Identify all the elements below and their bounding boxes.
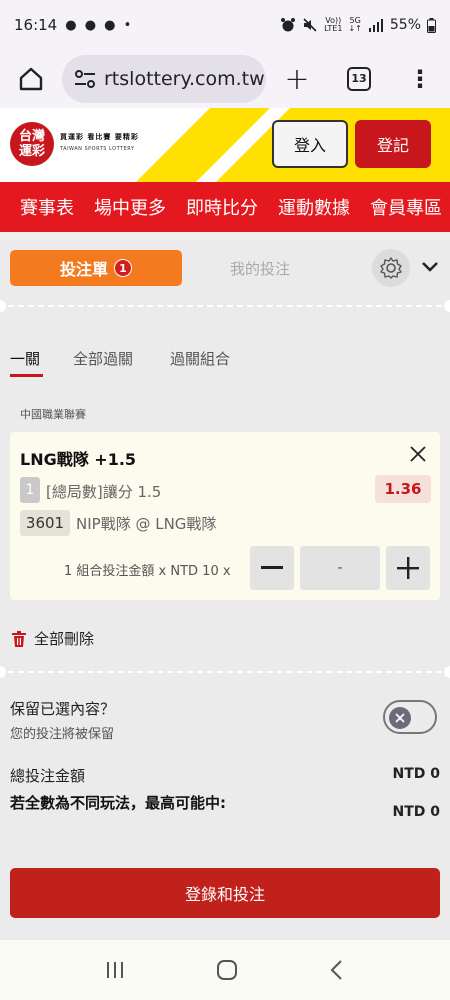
ticket-notch-left-2 — [0, 666, 6, 678]
tab-all-parlay[interactable]: 全部過關 — [73, 348, 133, 369]
match-code: 3601 — [20, 510, 70, 536]
site-settings-icon[interactable] — [74, 70, 96, 88]
browser-toolbar: rtslottery.com.tw + 13 ⋮ — [0, 50, 450, 108]
nav-item-schedule[interactable]: 賽事表 — [20, 194, 74, 220]
tab-switcher-button[interactable]: 13 — [328, 67, 390, 91]
settings-button[interactable] — [372, 249, 410, 287]
battery-percent: 55% — [389, 17, 421, 33]
betslip-panel: 投注單 1 我的投注 一關 全部過關 過關組合 中國職業聯賽 LNG戰隊 +1.… — [0, 240, 450, 940]
ticket-notch-right — [444, 300, 450, 312]
alarm-icon — [281, 18, 296, 32]
tab-betslip-label: 投注單 — [59, 260, 108, 279]
logo-subtitle: TAIWAN SPORTS LOTTERY — [60, 146, 135, 152]
close-icon[interactable] — [408, 444, 428, 464]
match-name: NIP戰隊 @ LNG戰隊 — [76, 515, 217, 533]
stake-input[interactable]: - — [300, 546, 380, 590]
status-bar: 16:14 ● ● ● • Vo)) LTE1 5G ↓↑ 55% — [0, 0, 450, 50]
logo-text: 買運彩 看比賽 要精彩 TAIWAN SPORTS LOTTERY — [60, 132, 139, 152]
delete-all-button[interactable]: 全部刪除 — [12, 628, 94, 649]
delete-all-label: 全部刪除 — [34, 630, 95, 648]
url-text: rtslottery.com.tw — [104, 68, 265, 90]
system-navigation-bar — [0, 940, 450, 1000]
back-icon[interactable] — [329, 959, 345, 981]
max-win-value: NTD 0 — [392, 804, 440, 820]
total-stake-label: 總投注金額 — [10, 767, 86, 785]
keep-selections-subtitle: 您的投注將被保留 — [10, 727, 115, 742]
mute-icon — [303, 18, 317, 32]
register-button[interactable]: 登記 — [355, 120, 431, 168]
keep-selections-toggle[interactable] — [383, 700, 437, 734]
new-tab-button[interactable]: + — [266, 62, 328, 97]
bet-selection: LNG戰隊 +1.5 — [20, 450, 137, 469]
x-icon — [395, 713, 405, 723]
total-stake-value: NTD 0 — [392, 766, 440, 782]
tab-single[interactable]: 一關 — [10, 348, 40, 369]
address-bar[interactable]: rtslottery.com.tw — [62, 55, 266, 103]
login-and-bet-button[interactable]: 登錄和投注 — [10, 868, 440, 918]
home-icon — [19, 67, 43, 91]
active-tab-indicator — [10, 374, 43, 377]
battery-icon — [427, 17, 436, 33]
signal-icon — [368, 19, 383, 32]
browser-menu-button[interactable]: ⋮ — [390, 65, 450, 93]
gear-icon — [380, 257, 402, 279]
clock: 16:14 — [14, 16, 58, 34]
stake-decrease-button[interactable] — [250, 546, 294, 590]
plus-icon: + — [284, 61, 310, 97]
betslip-count-badge: 1 — [114, 259, 132, 277]
stake-label: 1 組合投注金額 x NTD 10 x — [64, 564, 231, 579]
more-vert-icon: ⋮ — [408, 65, 432, 93]
nav-item-member[interactable]: 會員專區 — [370, 194, 442, 220]
tab-parlay-combo[interactable]: 過關組合 — [170, 348, 230, 369]
betslip-tabbar: 投注單 1 我的投注 — [0, 240, 450, 298]
volte-indicator: Vo)) LTE1 — [324, 16, 343, 33]
ticket-notch-right-2 — [444, 666, 450, 678]
home-button[interactable] — [0, 66, 62, 92]
minus-icon — [261, 566, 283, 569]
home-nav-icon[interactable] — [216, 959, 238, 981]
max-win-label: 若全數為不同玩法，最高可能中: — [10, 794, 227, 812]
dashed-divider-2 — [8, 671, 442, 673]
tab-betslip[interactable]: 投注單 1 — [10, 250, 182, 286]
nav-item-sports-data[interactable]: 運動數據 — [278, 194, 350, 220]
stake-increase-button[interactable] — [386, 546, 430, 590]
notification-icons: ● ● ● • — [65, 17, 134, 33]
recent-apps-icon[interactable] — [105, 960, 125, 980]
site-header: 台灣 運彩 買運彩 看比賽 要精彩 TAIWAN SPORTS LOTTERY … — [0, 108, 450, 182]
network-indicator: 5G ↓↑ — [348, 16, 362, 33]
bet-type-tabs: 一關 全部過關 過關組合 — [0, 348, 450, 378]
market-number: 1 — [20, 477, 40, 503]
ticket-notch-left — [0, 300, 6, 312]
trash-icon — [12, 630, 26, 647]
odds-badge: 1.36 — [375, 475, 431, 503]
keep-selections-title: 保留已選內容？ — [10, 700, 116, 718]
nav-item-live-score[interactable]: 即時比分 — [186, 194, 258, 220]
logo-tagline: 買運彩 看比賽 要精彩 — [60, 133, 139, 141]
toggle-knob — [389, 707, 411, 729]
market-name: [總局數]讓分 1.5 — [46, 483, 162, 501]
system-indicators: Vo)) LTE1 5G ↓↑ 55% — [280, 17, 436, 33]
tab-count: 13 — [347, 67, 371, 91]
bet-card: LNG戰隊 +1.5 1 [總局數]讓分 1.5 1.36 3601 NIP戰隊… — [10, 432, 440, 600]
login-button[interactable]: 登入 — [272, 120, 348, 168]
site-logo[interactable]: 台灣 運彩 — [10, 122, 54, 166]
plus-icon — [397, 557, 419, 579]
dashed-divider — [8, 305, 442, 307]
tab-my-bets[interactable]: 我的投注 — [230, 258, 290, 279]
nav-item-live-more[interactable]: 場中更多 — [94, 194, 166, 220]
league-name: 中國職業聯賽 — [20, 408, 86, 421]
main-nav: 賽事表 場中更多 即時比分 運動數據 會員專區 — [0, 182, 450, 232]
chevron-down-icon[interactable] — [420, 260, 440, 274]
